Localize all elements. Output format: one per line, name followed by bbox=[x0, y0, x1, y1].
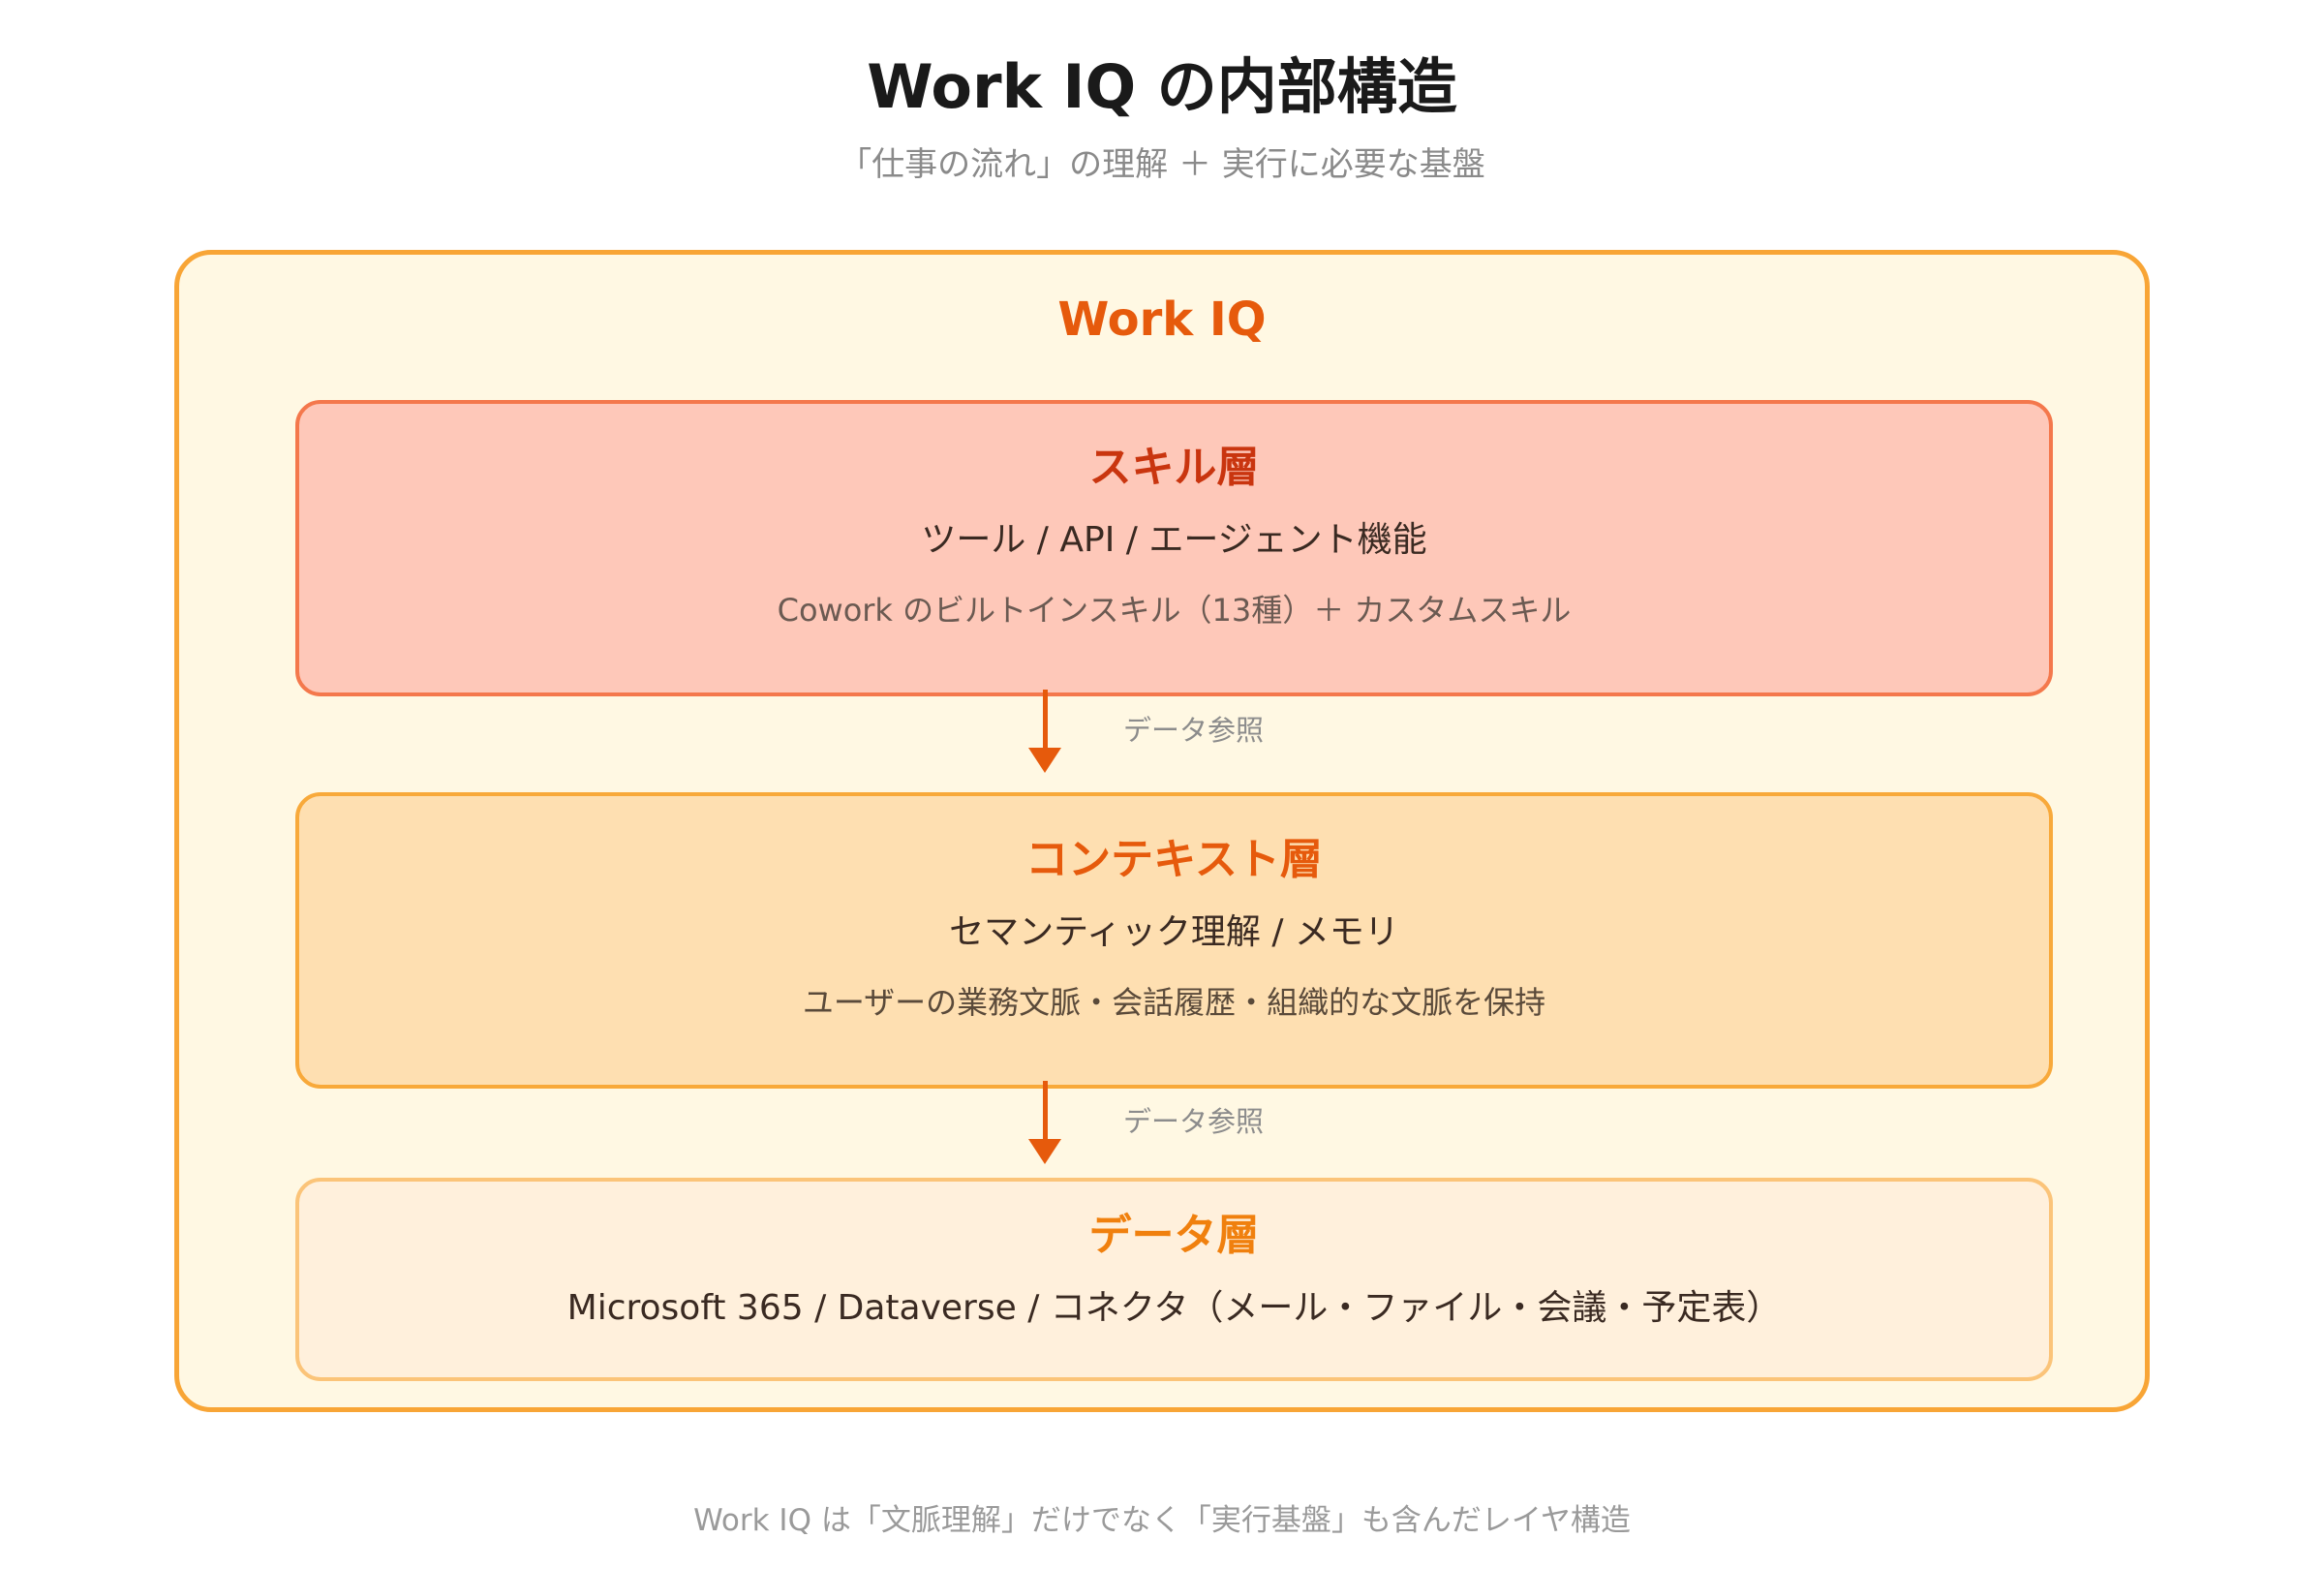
context-layer-box: コンテキスト層 セマンティック理解 / メモリ ユーザーの業務文脈・会話履歴・組… bbox=[295, 792, 2053, 1089]
arrow-2-shaft bbox=[1043, 1081, 1048, 1141]
arrow-2-head bbox=[1028, 1139, 1061, 1164]
context-layer-main-text: セマンティック理解 / メモリ bbox=[949, 912, 1399, 952]
data-reference-arrow-1 bbox=[1026, 690, 1065, 773]
arrow-1-shaft bbox=[1043, 690, 1048, 750]
skill-layer-main-text: ツール / API / エージェント機能 bbox=[921, 520, 1427, 560]
arrow-1-head bbox=[1028, 748, 1061, 773]
skill-layer-title: スキル層 bbox=[1088, 443, 1260, 492]
data-layer-box: データ層 Microsoft 365 / Dataverse / コネクタ（メー… bbox=[295, 1178, 2053, 1381]
skill-layer-box: スキル層 ツール / API / エージェント機能 Cowork のビルトインス… bbox=[295, 400, 2053, 696]
arrow-2-label: データ参照 bbox=[1123, 1105, 1265, 1138]
page-title: Work IQ の内部構造 bbox=[867, 51, 1457, 122]
context-layer-description: ユーザーの業務文脈・会話履歴・組織的な文脈を保持 bbox=[802, 984, 1546, 1021]
skill-layer-description: Cowork のビルトインスキル（13種）＋ カスタムスキル bbox=[777, 592, 1572, 629]
footer-note: Work IQ は「文脈理解」だけでなく「実行基盤」も含んだレイヤ構造 bbox=[693, 1503, 1631, 1538]
data-reference-arrow-2 bbox=[1026, 1081, 1065, 1164]
context-layer-title: コンテキスト層 bbox=[1025, 835, 1323, 884]
arrow-1-label: データ参照 bbox=[1123, 714, 1265, 747]
page-subtitle: 「仕事の流れ」の理解 ＋ 実行に必要な基盤 bbox=[839, 145, 1485, 184]
data-layer-title: データ層 bbox=[1088, 1211, 1260, 1260]
work-iq-container-title: Work IQ bbox=[1057, 292, 1267, 347]
data-layer-main-text: Microsoft 365 / Dataverse / コネクタ（メール・ファイ… bbox=[566, 1288, 1782, 1328]
